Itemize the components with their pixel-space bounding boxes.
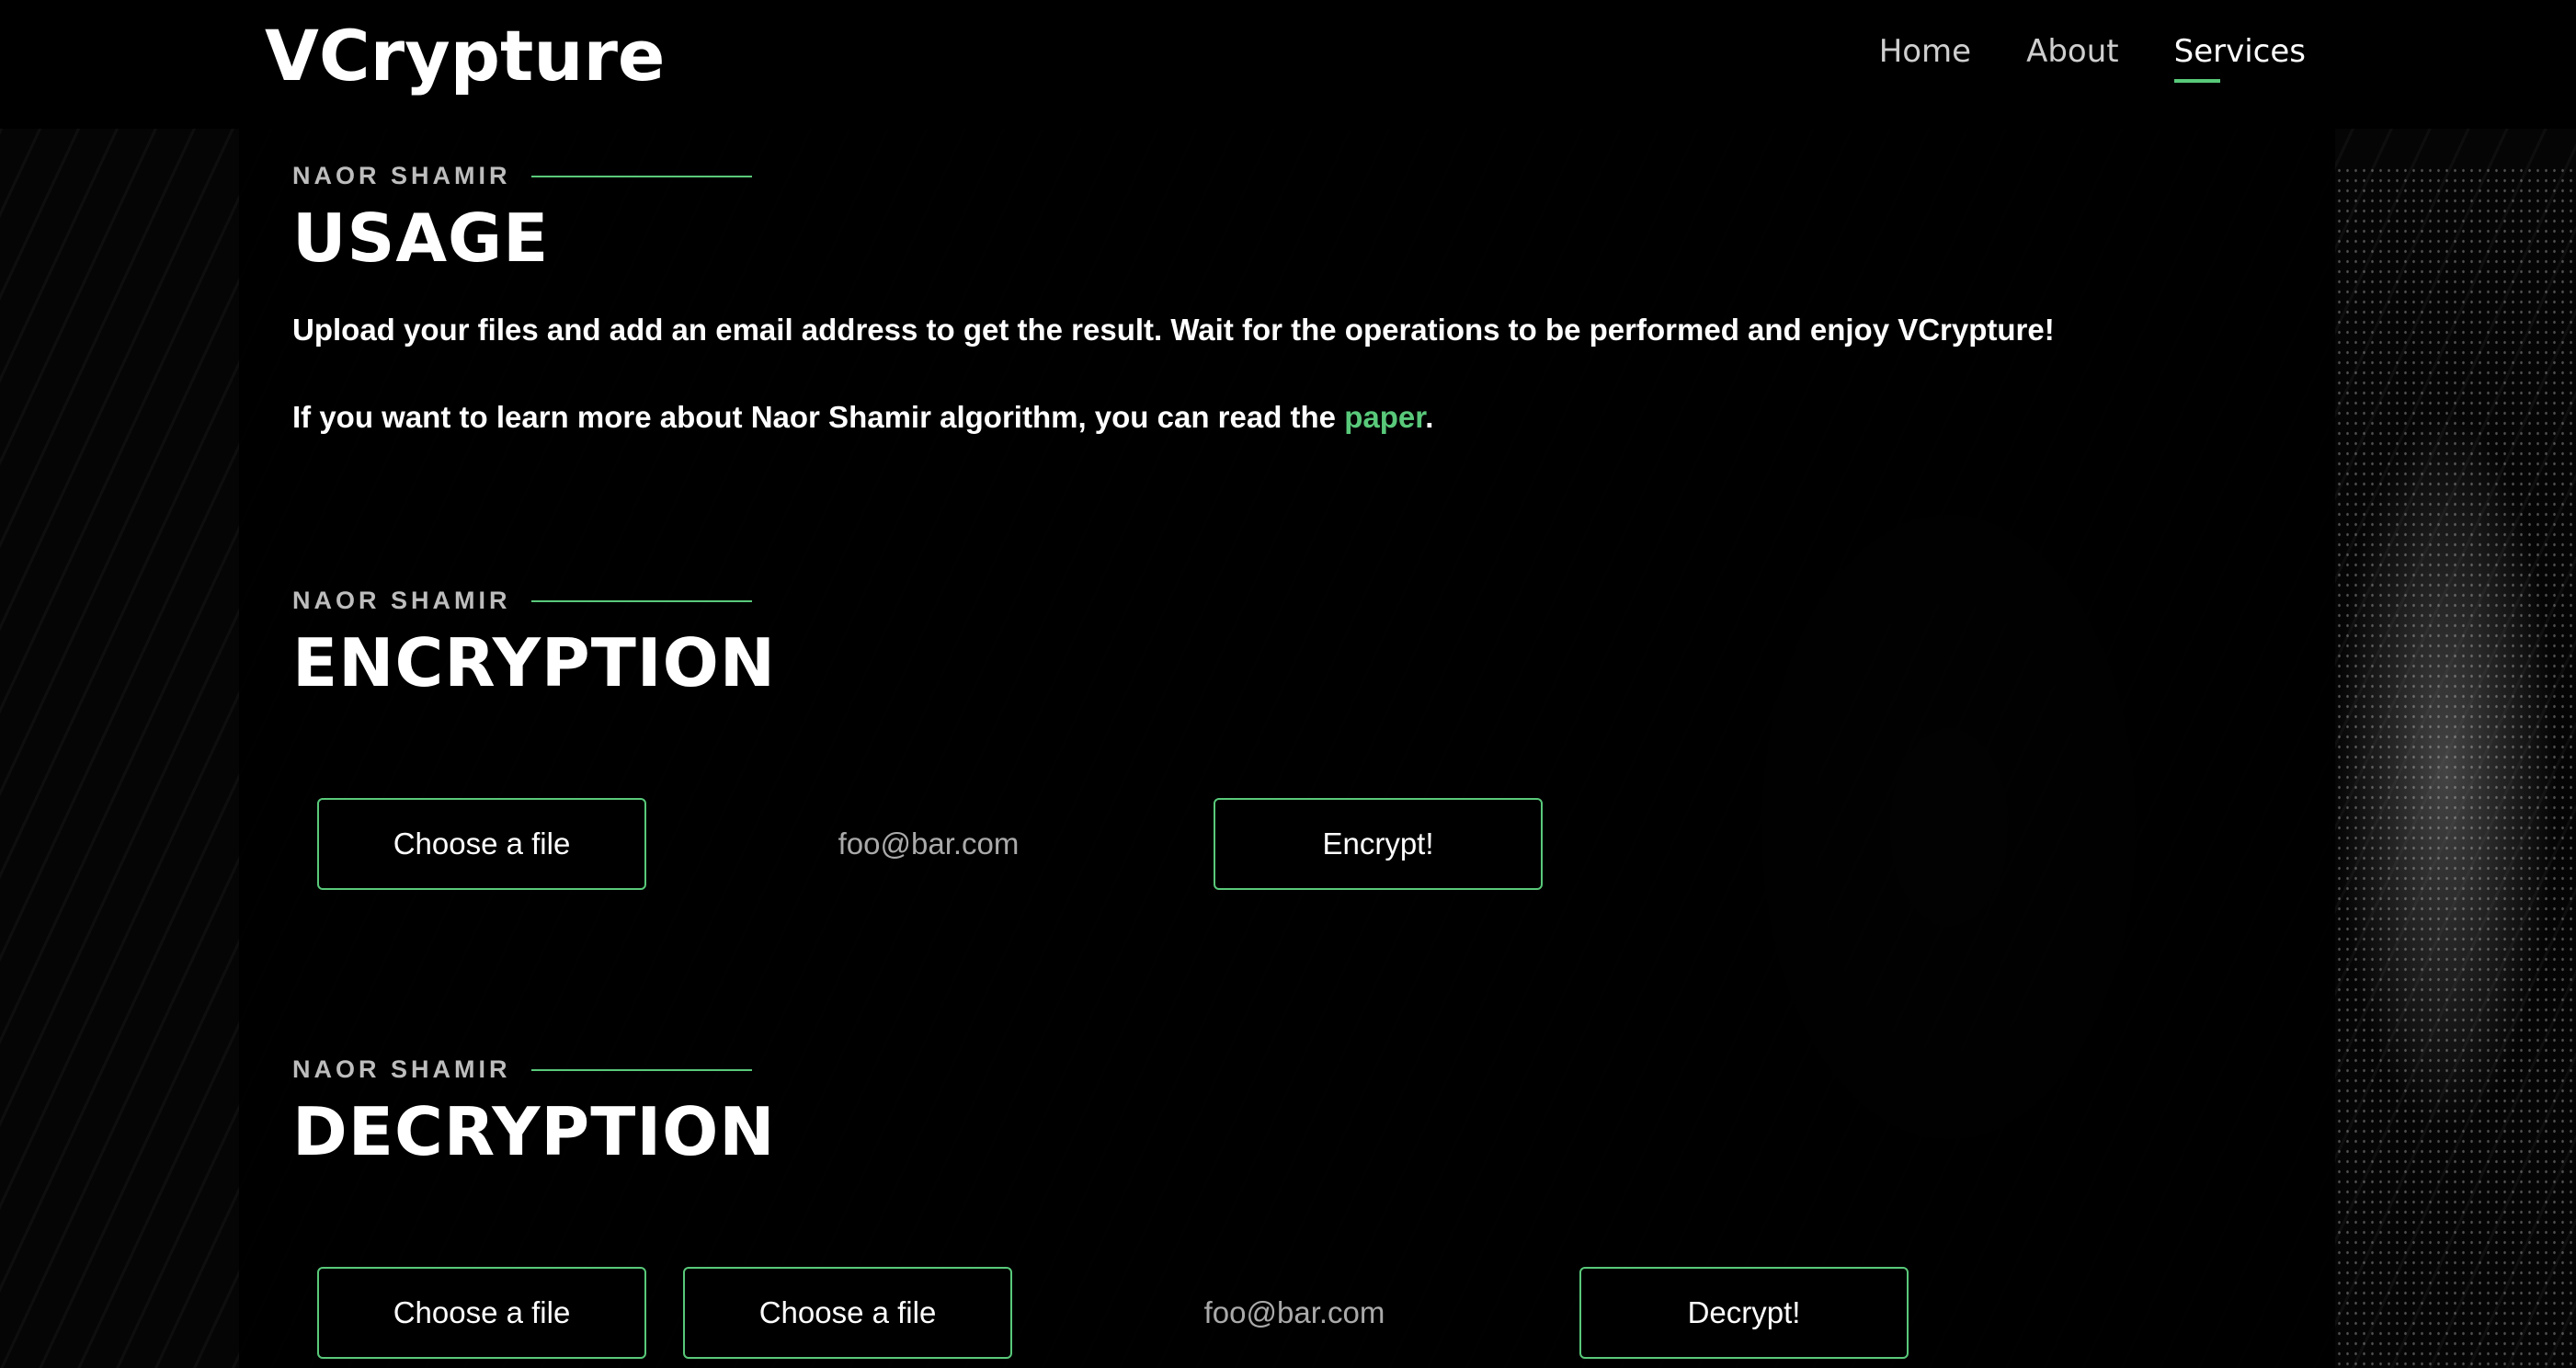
usage-description: Upload your files and add an email addre… (292, 313, 2055, 347)
eyebrow-divider (530, 1068, 752, 1071)
eyebrow-divider (530, 599, 752, 602)
nav-services[interactable]: Services (2173, 33, 2306, 83)
site-header: VCrypture Home About Services (0, 0, 2576, 129)
encryption-eyebrow: NAOR SHAMIR (292, 587, 776, 615)
encryption-eyebrow-label: NAOR SHAMIR (292, 587, 511, 614)
decryption-choose-file-button-1[interactable]: Choose a file (317, 1267, 646, 1359)
site-logo[interactable]: VCrypture (265, 15, 665, 97)
decryption-section: NAOR SHAMIR DECRYPTION (292, 1055, 776, 1170)
encrypt-button[interactable]: Encrypt! (1214, 798, 1543, 890)
usage-title: USAGE (292, 200, 550, 277)
usage-paper-suffix: . (1425, 400, 1434, 434)
usage-eyebrow: NAOR SHAMIR (292, 162, 2055, 190)
usage-section: NAOR SHAMIR USAGE Upload your files and … (292, 162, 2055, 436)
usage-paper-prefix: If you want to learn more about Naor Sha… (292, 400, 1345, 434)
usage-paper-note: If you want to learn more about Naor Sha… (292, 399, 2055, 436)
decryption-eyebrow-label: NAOR SHAMIR (292, 1055, 511, 1083)
usage-eyebrow-label: NAOR SHAMIR (292, 162, 511, 189)
decrypt-button[interactable]: Decrypt! (1579, 1267, 1909, 1359)
decryption-eyebrow: NAOR SHAMIR (292, 1055, 776, 1084)
paper-link[interactable]: paper (1344, 400, 1425, 434)
decryption-email-input[interactable] (1147, 1285, 1442, 1340)
nav-about[interactable]: About (2026, 33, 2119, 83)
encryption-title: ENCRYPTION (292, 624, 777, 701)
nav-home[interactable]: Home (1879, 33, 1971, 83)
background-dot-pattern (2335, 165, 2576, 1368)
decryption-title: DECRYPTION (292, 1093, 776, 1170)
decryption-choose-file-button-2[interactable]: Choose a file (683, 1267, 1012, 1359)
main-nav: Home About Services (1879, 33, 2306, 83)
eyebrow-divider (530, 175, 752, 177)
encryption-choose-file-button[interactable]: Choose a file (317, 798, 646, 890)
encryption-section: NAOR SHAMIR ENCRYPTION (292, 587, 776, 701)
encryption-email-input[interactable] (781, 816, 1076, 872)
